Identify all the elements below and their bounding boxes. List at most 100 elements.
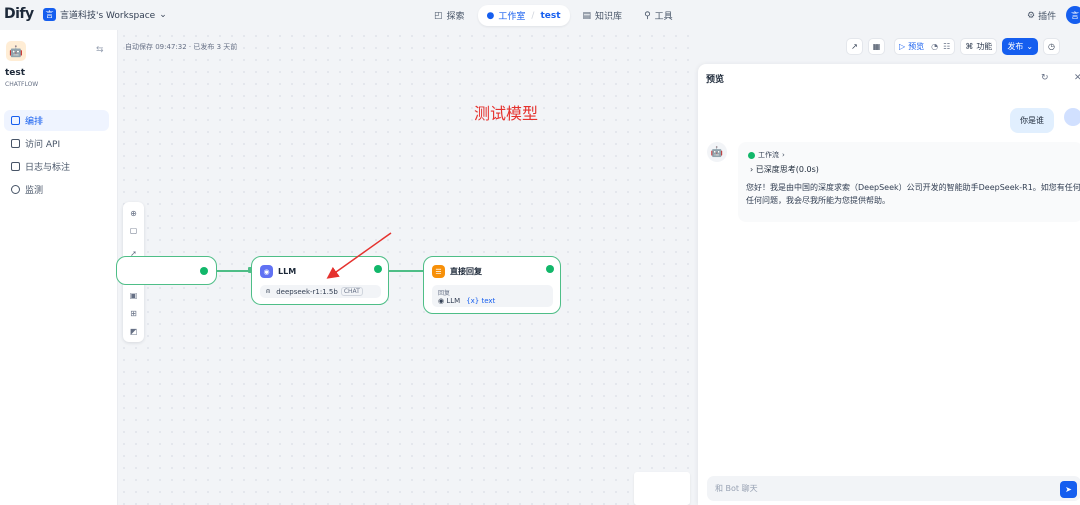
sidebar-menu: 编排 访问 API 日志与标注 监测 [4, 110, 109, 202]
send-icon[interactable]: ➤ [1060, 481, 1077, 498]
app-name: test [5, 68, 26, 78]
llm-model-row[interactable]: ⍝ deepseek-r1:1.5b CHAT [260, 285, 381, 298]
plugins-label: 插件 [1038, 12, 1057, 22]
reply-icon: ☰ [432, 265, 445, 278]
bot-answer-text: 您好！我是由中国的深度求索（DeepSeek）公司开发的智能助手DeepSeek… [746, 183, 1080, 205]
nav-knowledge-label: 知识库 [595, 12, 623, 22]
organize-icon[interactable]: ⊞ [126, 306, 141, 321]
nav-studio[interactable]: ● 工作室 / test [477, 5, 570, 26]
studio-icon: ● [486, 10, 495, 21]
app-type: CHATFLOW [5, 81, 39, 88]
answer-source: LLM [446, 296, 461, 305]
env-vars-icon[interactable]: ▦ [868, 38, 885, 55]
close-icon[interactable]: ✕ [1074, 73, 1080, 83]
nav-studio-label: 工作室 [498, 12, 526, 22]
answer-node-title: 直接回复 [450, 267, 482, 276]
clock-icon[interactable]: ◷ [1043, 38, 1061, 55]
user-avatar[interactable]: 言 [1066, 6, 1080, 24]
nav-tools-label: 工具 [654, 12, 673, 22]
canvas-annotation: 测试模型 [474, 104, 539, 123]
note-icon[interactable]: ▢ [126, 223, 141, 238]
checklist-icon: ☷ [943, 42, 951, 51]
bot-message: 工作流 › › 已深度思考(0.0s) 您好！我是由中国的深度求索（DeepSe… [738, 142, 1080, 222]
history-icon: ◔ [931, 42, 939, 51]
minimap[interactable] [634, 472, 690, 505]
sidebar-item-label: 日志与标注 [25, 163, 71, 173]
chevron-down-icon: ⌄ [1026, 42, 1034, 51]
nav-current-app[interactable]: test [540, 11, 560, 21]
answer-variable: {x} text [466, 296, 496, 305]
thinking-label: 已深度思考(0.0s) [755, 165, 819, 174]
sidebar-item-label: 编排 [25, 117, 44, 127]
robot-icon: 🤖 [707, 142, 727, 162]
sidebar-item-label: 监测 [25, 186, 44, 196]
compass-icon: ◰ [434, 10, 443, 21]
nav-explore[interactable]: ◰ 探索 [425, 5, 474, 26]
features-button[interactable]: ⌘ 功能 [960, 38, 998, 55]
answer-field-label: 回复 [438, 289, 451, 297]
user-message: 你是谁 [1010, 108, 1054, 133]
success-icon [200, 267, 208, 275]
minimap-icon[interactable]: ◩ [126, 324, 141, 339]
sidebar-item-orchestrate[interactable]: 编排 [4, 110, 109, 131]
monitor-icon [11, 185, 20, 194]
publish-button[interactable]: 发布 ⌄ [1002, 38, 1039, 55]
checklist-icon[interactable]: ↗ [846, 38, 863, 55]
top-bar: Dify 言 言道科技's Workspace ⌄ ◰ 探索 ● 工作室 / t… [0, 0, 1080, 30]
export-image-icon[interactable]: ▣ [126, 288, 141, 303]
llm-mode-tag: CHAT [340, 287, 363, 296]
brain-icon: ◉ [260, 265, 273, 278]
terminal-icon [11, 139, 20, 148]
sidebar-item-api[interactable]: 访问 API [4, 133, 109, 154]
main-nav: ◰ 探索 ● 工作室 / test ▤ 知识库 ⚲ 工具 [425, 5, 682, 26]
play-icon: ▷ [899, 42, 906, 51]
workflow-status-tag[interactable]: 工作流 › [748, 150, 785, 160]
sidebar-item-label: 访问 API [25, 140, 61, 150]
features-label: 功能 [976, 42, 993, 51]
features-icon: ⌘ [965, 42, 974, 51]
publish-label: 发布 [1007, 42, 1024, 51]
book-icon: ▤ [582, 10, 592, 21]
preview-label: 预览 [908, 42, 925, 51]
start-node[interactable] [116, 256, 217, 285]
answer-var-ref: ◉ LLM {x} text [438, 297, 495, 305]
edge-start-llm [217, 270, 251, 272]
workspace-switcher[interactable]: 言 言道科技's Workspace ⌄ [43, 8, 167, 21]
llm-model-name: deepseek-r1:1.5b [276, 287, 338, 296]
workspace-name: 言道科技's Workspace [60, 11, 156, 21]
thinking-toggle[interactable]: › 已深度思考(0.0s) [750, 164, 819, 175]
refresh-icon[interactable]: ↻ [1041, 73, 1049, 83]
chat-input[interactable]: 和 Bot 聊天 [707, 476, 1080, 501]
nav-knowledge[interactable]: ▤ 知识库 [574, 5, 632, 26]
llm-node-header: ◉ LLM [260, 265, 296, 278]
check-circle-icon [748, 151, 755, 159]
preview-title: 预览 [706, 75, 725, 85]
chevron-right-icon: › [782, 151, 785, 159]
nav-explore-label: 探索 [446, 12, 465, 22]
chevron-right-icon: › [750, 165, 754, 174]
plugins-button[interactable]: ⚙ 插件 [1027, 9, 1057, 23]
nav-tools[interactable]: ⚲ 工具 [635, 5, 682, 26]
llm-node-title: LLM [278, 267, 297, 276]
plugin-icon: ⚙ [1027, 10, 1036, 21]
workflow-canvas[interactable]: 自动保存 09:47:32 · 已发布 3 天前 测试模型 ⊕ ▢ ➚ ✋ ▣ … [116, 30, 698, 505]
layout-icon [11, 116, 20, 125]
dify-logo[interactable]: Dify [4, 6, 34, 22]
add-node-icon[interactable]: ⊕ [126, 206, 141, 221]
sidebar: 🤖 ⇆ test CHATFLOW 编排 访问 API 日志与标注 监测 [0, 30, 118, 505]
robot-icon: 🤖 [6, 41, 26, 61]
nav-separator: / [531, 10, 535, 21]
tools-icon: ⚲ [644, 10, 651, 21]
preview-button[interactable]: ▷ 预览 ◔ ☷ [894, 38, 956, 55]
sidebar-item-monitor[interactable]: 监测 [4, 179, 109, 200]
workspace-badge: 言 [43, 8, 56, 21]
chevron-down-icon: ⌄ [159, 9, 167, 20]
file-text-icon [11, 162, 20, 171]
answer-node-header: ☰ 直接回复 [432, 265, 482, 278]
sidebar-item-logs[interactable]: 日志与标注 [4, 156, 109, 177]
annotation-arrow [326, 232, 392, 279]
preview-panel: 预览 ↻ ✕ 你是谁 🤖 工作流 › › 已深度思考(0.0s) 您好！我是由中… [698, 64, 1080, 505]
collapse-sidebar-icon[interactable]: ⇆ [96, 45, 104, 55]
user-avatar-icon [1064, 108, 1080, 126]
answer-node[interactable]: ☰ 直接回复 回复 ◉ LLM {x} text [423, 256, 561, 314]
